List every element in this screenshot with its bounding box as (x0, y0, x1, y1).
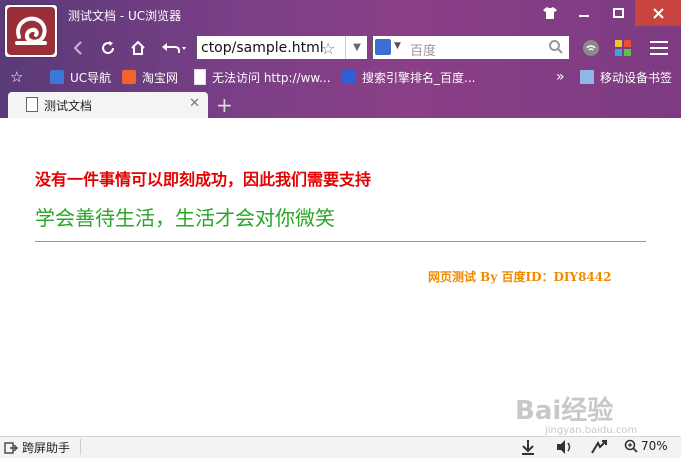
search-icon[interactable] (548, 39, 564, 55)
address-bar[interactable]: ctop/sample.html ☆ ▼ (196, 35, 368, 60)
menu-button[interactable] (648, 37, 670, 59)
bookmark-star-icon[interactable]: ☆ (321, 39, 335, 58)
baidu-icon (342, 70, 356, 84)
undo-icon (162, 43, 186, 53)
speedup-icon[interactable] (590, 439, 608, 455)
zoom-control[interactable]: 70% (624, 439, 668, 453)
uc-squirrel-icon (7, 7, 55, 55)
uc-logo[interactable] (5, 5, 57, 57)
skin-icon[interactable] (533, 0, 567, 26)
wifi-icon (583, 40, 599, 56)
apps-grid-icon (615, 40, 631, 56)
bookmark-label: 无法访问 http://ww... (212, 70, 331, 85)
bookmark-item[interactable]: 搜索引擎排名_百度... (342, 68, 475, 86)
mobile-bookmarks-label: 移动设备书签 (600, 70, 673, 85)
hamburger-icon (650, 41, 668, 55)
assistant-icon (4, 441, 18, 454)
back-button[interactable] (66, 36, 90, 60)
folder-icon (580, 70, 594, 84)
favorites-button[interactable]: ☆ (10, 68, 23, 86)
status-bar: 跨屏助手 70% (0, 436, 681, 458)
download-icon[interactable] (520, 439, 536, 455)
watermark-subtext: jingyan.baidu.com (545, 425, 638, 436)
search-box[interactable]: ▼ 百度 (372, 35, 570, 60)
bookmark-label: 搜索引擎排名_百度... (362, 70, 476, 85)
bookmarks-bar: ☆ UC导航 淘宝网 无法访问 http://ww... 搜索引擎排名_百度..… (0, 64, 681, 90)
browser-chrome: 测试文档 - UC浏览器 ctop/sample.html ☆ ▼ ▼ 百度 ☆… (0, 0, 681, 118)
assistant-label: 跨屏助手 (22, 441, 71, 455)
bookmark-item[interactable]: UC导航 (50, 68, 111, 86)
engine-dropdown-icon[interactable]: ▼ (394, 41, 401, 51)
close-button[interactable] (635, 0, 681, 26)
page-icon (194, 69, 206, 85)
wifi-button[interactable] (580, 37, 602, 59)
zoom-level: 70% (641, 439, 668, 453)
credit-text: 网页测试 By 百度ID：DIY8442 (428, 270, 612, 284)
reload-button[interactable] (96, 36, 120, 60)
search-placeholder: 百度 (410, 44, 437, 59)
tab-active[interactable]: 测试文档 ✕ (8, 92, 208, 118)
page-content: 没有一件事情可以即刻成功，因此我们需要支持 学会善待生活，生活才会对你微笑 网页… (0, 118, 681, 436)
cross-screen-assistant-button[interactable]: 跨屏助手 (4, 439, 70, 456)
bookmark-label: UC导航 (70, 70, 112, 85)
watermark-text: Bai经验 (515, 396, 614, 426)
minimize-button[interactable] (567, 0, 601, 26)
horizontal-rule (35, 241, 646, 242)
apps-button[interactable] (612, 37, 634, 59)
bookmark-item[interactable]: 淘宝网 (122, 68, 178, 86)
star-outline-icon: ☆ (10, 68, 24, 86)
address-dropdown-icon[interactable]: ▼ (345, 36, 368, 59)
tab-bar: 测试文档 ✕ + (0, 92, 681, 118)
zoom-magnifier-icon (624, 439, 638, 453)
reload-icon (102, 41, 115, 55)
bookmarks-more-button[interactable]: » (556, 68, 565, 86)
volume-icon[interactable] (556, 439, 574, 455)
new-tab-button[interactable]: + (216, 93, 233, 117)
taobao-icon (122, 70, 136, 84)
home-icon (131, 40, 145, 55)
back-arrow-icon (73, 41, 82, 55)
tab-title: 测试文档 (44, 99, 93, 113)
undo-close-button[interactable] (158, 36, 190, 60)
mobile-bookmarks-folder[interactable]: 移动设备书签 (580, 68, 672, 86)
maximize-button[interactable] (601, 0, 635, 26)
window-controls (533, 0, 681, 28)
status-divider (80, 439, 81, 455)
window-title: 测试文档 - UC浏览器 (68, 9, 182, 23)
address-text[interactable]: ctop/sample.html (201, 40, 324, 56)
home-button[interactable] (126, 36, 150, 60)
heading-green: 学会善待生活，生活才会对你微笑 (35, 206, 335, 230)
bookmark-item[interactable]: 无法访问 http://ww... (194, 68, 331, 86)
baidu-jingyan-watermark: Bai经验 jingyan.baidu.com (515, 390, 637, 436)
heading-red: 没有一件事情可以即刻成功，因此我们需要支持 (35, 170, 372, 189)
tab-close-icon[interactable]: ✕ (189, 96, 200, 111)
document-icon (26, 97, 38, 112)
bookmark-label: 淘宝网 (142, 70, 179, 85)
baidu-engine-icon[interactable] (375, 39, 391, 55)
uc-nav-icon (50, 70, 64, 84)
